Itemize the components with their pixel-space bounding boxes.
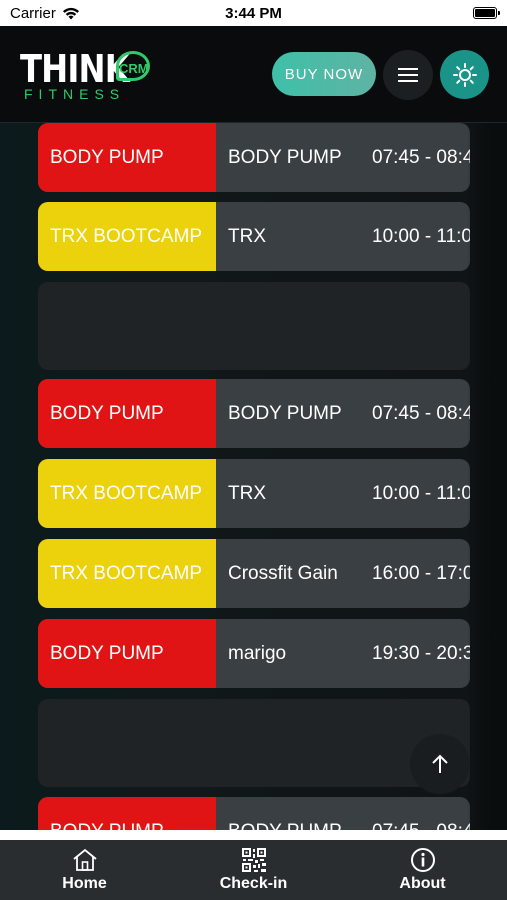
theme-toggle-button[interactable] [440,50,489,99]
schedule-row[interactable]: BODY PUMP BODY PUMP 07:45 - 08:45 [38,379,470,448]
schedule-row[interactable]: TRX BOOTCAMP TRX 10:00 - 11:00 [38,202,470,271]
tab-home-label: Home [62,875,107,892]
tab-check-in[interactable]: Check-in [169,840,338,900]
logo-think: THINK [20,47,130,91]
tab-about[interactable]: About [338,840,507,900]
category-label: BODY PUMP [38,797,216,830]
logo-fitness: FITNESS [24,86,126,102]
category-label: TRX BOOTCAMP [38,459,216,528]
bottom-tab-bar: Home Check-in About [0,840,507,900]
class-name: BODY PUMP [216,797,360,831]
menu-button[interactable] [383,50,433,100]
buy-now-button[interactable]: BUY NOW [272,52,376,96]
scroll-to-top-button[interactable] [410,734,470,794]
logo-crm-badge: CRM [116,51,150,81]
class-name: TRX [228,482,266,504]
empty-row [38,282,470,370]
class-name: Crossfit Gain [228,562,338,584]
hamburger-icon [398,68,418,82]
tab-about-label: About [399,875,446,892]
class-time: 07:45 - 08:45 [360,797,470,831]
schedule-row[interactable]: TRX BOOTCAMP TRX 10:00 - 11:00 [38,459,470,528]
schedule-row[interactable]: BODY PUMP marigo 19:30 - 20:30 [38,619,470,688]
home-icon [72,848,97,871]
qr-code-icon [241,848,266,872]
category-label: BODY PUMP [38,619,216,688]
class-time: 07:45 - 08:45 [372,402,470,424]
schedule-row[interactable]: TRX BOOTCAMP Crossfit Gain 16:00 - 17:00 [38,539,470,608]
tab-home[interactable]: Home [0,840,169,900]
app-header: THINK CRM FITNESS BUY NOW [0,26,507,123]
class-time: 10:00 - 11:00 [372,225,470,247]
status-time: 3:44 PM [225,4,282,22]
logo[interactable]: THINK CRM FITNESS [20,50,160,102]
class-name: BODY PUMP [228,146,342,168]
tab-check-in-label: Check-in [219,875,288,892]
class-time: 10:00 - 11:00 [372,482,470,504]
class-time: 16:00 - 17:00 [372,562,470,584]
sun-icon [452,62,477,87]
empty-row [38,699,470,787]
divider [0,830,507,840]
category-label: TRX BOOTCAMP [38,539,216,608]
class-time: 19:30 - 20:30 [372,642,470,664]
class-time: 07:45 - 08:45 [372,146,470,168]
schedule-row[interactable]: BODY PUMP BODY PUMP 07:45 - 08:45 [38,123,470,192]
class-name: TRX [228,225,266,247]
status-bar: Carrier 3:44 PM [0,0,507,26]
category-label: TRX BOOTCAMP [38,202,216,271]
info-icon [410,848,435,872]
category-label: BODY PUMP [38,123,216,192]
battery-icon [473,7,500,19]
schedule-list[interactable]: BODY PUMP BODY PUMP 07:45 - 08:45 TRX BO… [0,123,507,830]
class-name: marigo [228,642,287,664]
class-name: BODY PUMP [228,402,342,424]
category-label: BODY PUMP [38,379,216,448]
arrow-up-icon [432,754,448,773]
schedule-row[interactable]: BODY PUMP BODY PUMP 07:45 - 08:45 [38,797,470,830]
